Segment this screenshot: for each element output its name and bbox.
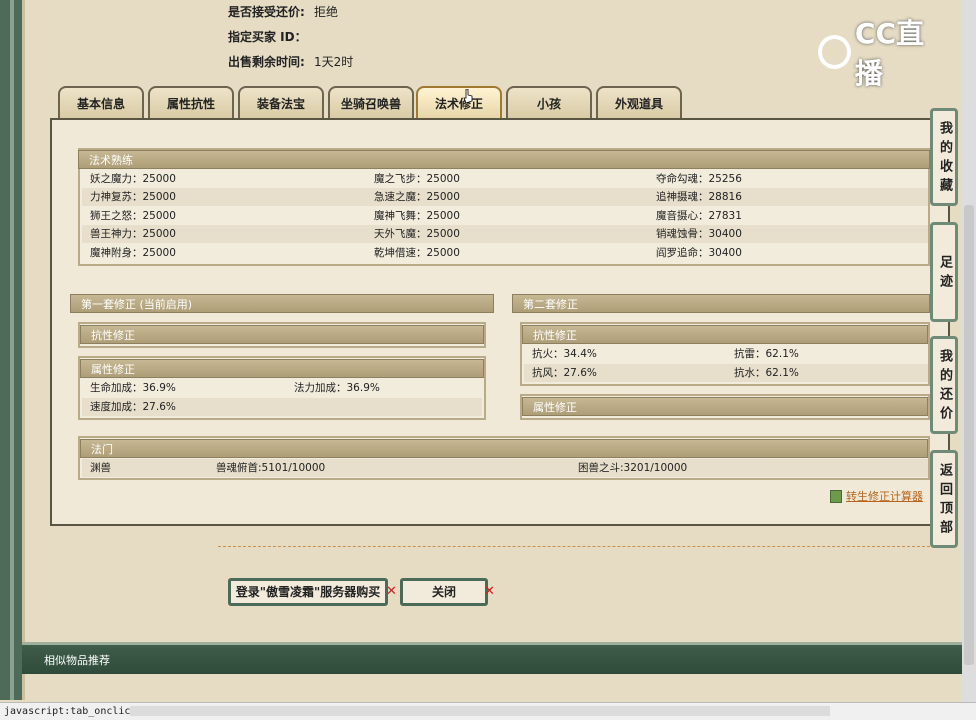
skill-cell: 销魂蚀骨：30400 [656, 228, 742, 240]
hand-cursor-icon [463, 89, 473, 103]
dashed-divider [218, 546, 930, 547]
set2-attr-title: 属性修正 [522, 397, 928, 416]
tab-equipment[interactable]: 装备法宝 [238, 86, 324, 118]
skills-row: 妖之魔力：25000 魔之飞步：25000 夺命勾魂：25256 [90, 170, 920, 188]
tab-spell-correction[interactable]: 法术修正 [416, 86, 502, 118]
skills-section-title: 法术熟练 [78, 150, 930, 169]
tab-attributes-resist[interactable]: 属性抗性 [148, 86, 234, 118]
horizontal-scrollbar[interactable] [130, 706, 830, 716]
login-buy-button[interactable]: 登录"傲雪凌霜"服务器购买 [228, 578, 388, 606]
attr-cell: 生命加成：36.9% [90, 382, 176, 394]
attr-cell: 速度加成：27.6% [90, 401, 176, 413]
skill-cell: 急速之魔：25000 [374, 191, 460, 203]
skills-row: 魔神附身：25000 乾坤借速：25000 阎罗追命：30400 [90, 244, 920, 262]
set1-title: 第一套修正 (当前启用) [70, 294, 494, 313]
set1-resist-title: 抗性修正 [80, 325, 484, 344]
skill-cell: 妖之魔力：25000 [90, 173, 176, 185]
cc-logo-text: CC直播 [854, 17, 925, 90]
skills-row: 兽王神力：25000 天外飞魔：25000 销魂蚀骨：30400 [90, 225, 920, 243]
fameng-title: 法门 [80, 439, 928, 458]
remaining-time-value: 1天2时 [314, 55, 354, 69]
resist-cell: 抗火：34.4% [532, 348, 597, 360]
cc-live-logo: CC直播 [818, 17, 948, 90]
close-button[interactable]: 关闭 [400, 578, 488, 606]
fameng-skill: 兽魂俯首:5101/10000 [216, 462, 326, 474]
left-decor-stripe [10, 0, 14, 700]
skill-cell: 天外飞魔：25000 [374, 228, 460, 240]
tab-basic-info[interactable]: 基本信息 [58, 86, 144, 118]
skill-cell: 乾坤借速：25000 [374, 247, 460, 259]
fameng-skill: 困兽之斗:3201/10000 [578, 462, 688, 474]
resist-cell: 抗雷：62.1% [734, 348, 799, 360]
skill-cell: 魔音摄心：27831 [656, 210, 742, 222]
attr-cell: 法力加成：36.9% [294, 382, 380, 394]
set2-resist-row: 抗风：27.6% 抗水：62.1% [532, 364, 922, 382]
spell-correction-panel: 法术熟练 妖之魔力：25000 魔之飞步：25000 夺命勾魂：25256 力神… [50, 118, 950, 526]
buyer-id-label: 指定买家 ID： [228, 30, 307, 44]
skills-row: 力神复苏：25000 急速之魔：25000 追神摄魂：28816 [90, 188, 920, 206]
tab-appearance[interactable]: 外观道具 [596, 86, 682, 118]
cc-logo-icon [818, 35, 851, 69]
skill-cell: 魔神飞舞：25000 [374, 210, 460, 222]
skill-cell: 魔之飞步：25000 [374, 173, 460, 185]
tab-child[interactable]: 小孩 [506, 86, 592, 118]
skills-row: 狮王之怒：25000 魔神飞舞：25000 魔音摄心：27831 [90, 207, 920, 225]
skill-cell: 力神复苏：25000 [90, 191, 176, 203]
accept-counter-label: 是否接受还价: [228, 5, 305, 19]
rebirth-calculator-link[interactable]: 转生修正计算器 [846, 488, 923, 504]
fameng-type: 渊兽 [90, 462, 111, 474]
set2-resist-title: 抗性修正 [522, 325, 928, 344]
remaining-time-label: 出售剩余时间: [228, 55, 305, 69]
skill-cell: 魔神附身：25000 [90, 247, 176, 259]
back-to-top-button[interactable]: 返回顶部 [930, 450, 958, 548]
close-x-icon: ✕ [386, 584, 397, 599]
similar-items-header: 相似物品推荐 [22, 642, 962, 674]
set2-resist-row: 抗火：34.4% 抗雷：62.1% [532, 345, 922, 363]
scrollbar-thumb[interactable] [964, 205, 974, 665]
set2-title: 第二套修正 [512, 294, 930, 313]
skill-cell: 阎罗追命：30400 [656, 247, 742, 259]
skill-cell: 追神摄魂：28816 [656, 191, 742, 203]
my-favorites-button[interactable]: 我的收藏 [930, 108, 958, 206]
resist-cell: 抗风：27.6% [532, 367, 597, 379]
skill-cell: 夺命勾魂：25256 [656, 173, 742, 185]
resist-cell: 抗水：62.1% [734, 367, 799, 379]
set1-attr-title: 属性修正 [80, 359, 484, 378]
skill-cell: 兽王神力：25000 [90, 228, 176, 240]
accept-counter-value: 拒绝 [314, 5, 339, 19]
calculator-icon [830, 490, 842, 503]
set1-attr-row: 速度加成：27.6% [90, 398, 470, 416]
footprints-button[interactable]: 足迹 [930, 222, 958, 322]
my-offers-button[interactable]: 我的还价 [930, 336, 958, 434]
set1-attr-row: 生命加成：36.9% 法力加成：36.9% [90, 379, 470, 397]
fameng-row: 渊兽 兽魂俯首:5101/10000 困兽之斗:3201/10000 [90, 459, 920, 477]
skill-cell: 狮王之怒：25000 [90, 210, 176, 222]
tab-mounts-summons[interactable]: 坐骑召唤兽 [328, 86, 414, 118]
close-x-icon: ✕ [484, 584, 495, 599]
